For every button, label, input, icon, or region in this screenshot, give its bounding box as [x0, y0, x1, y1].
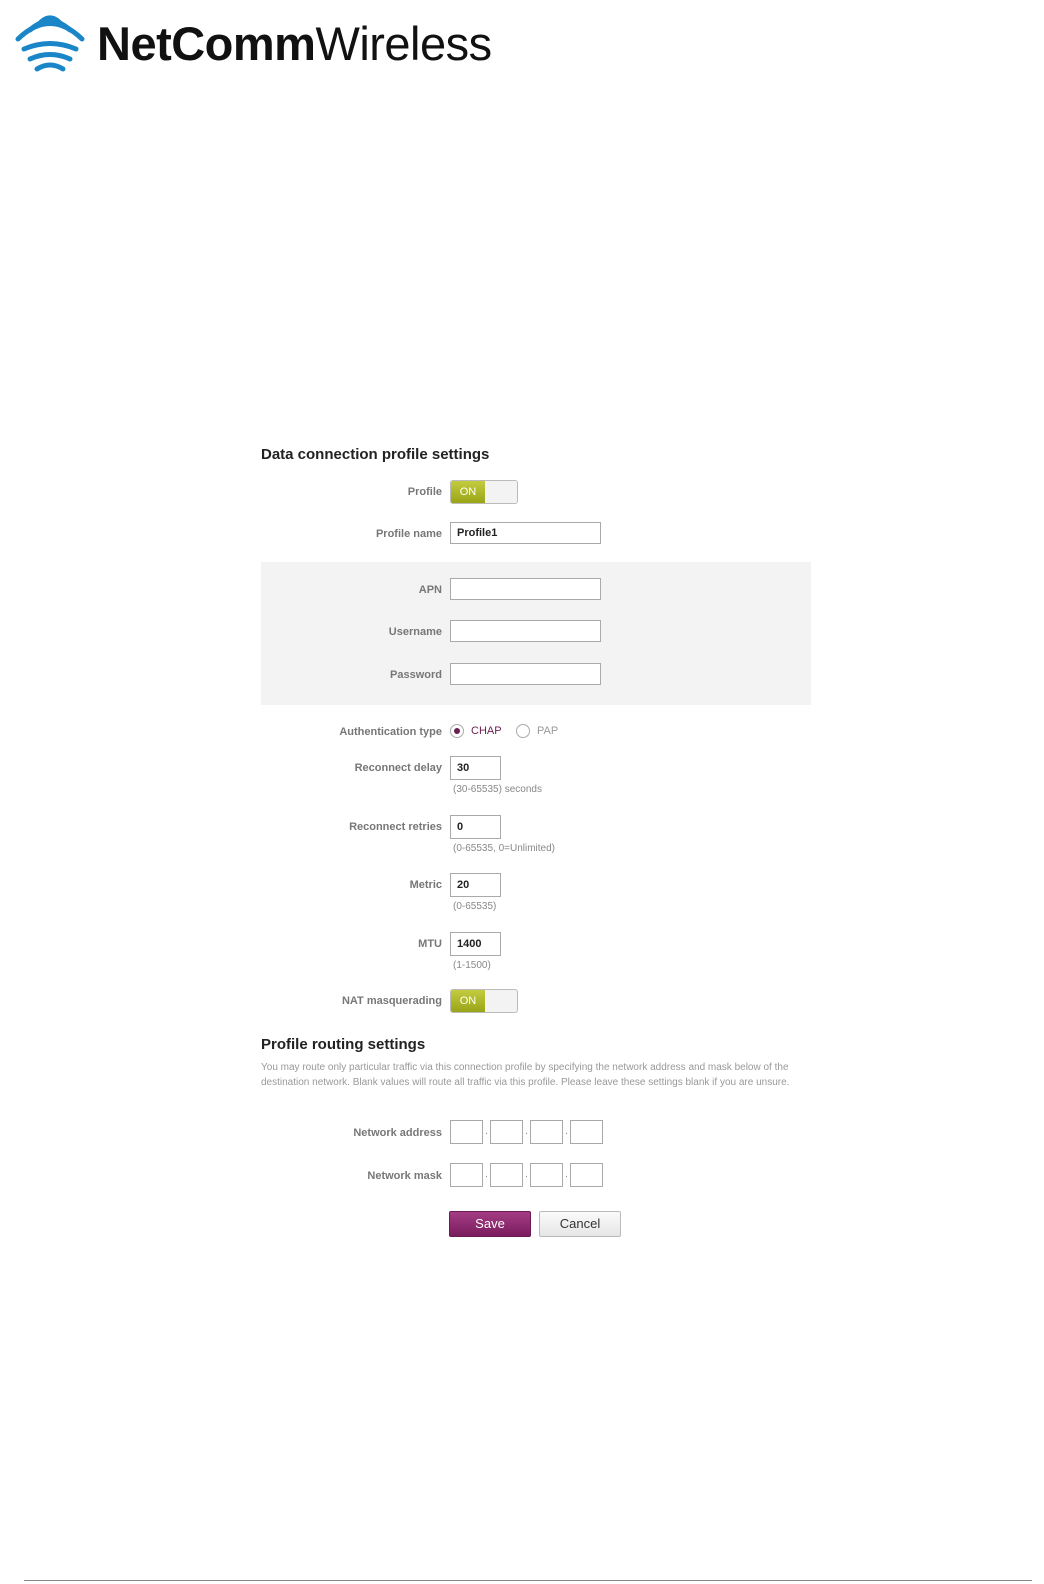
reconnect-retries-input[interactable]	[450, 815, 501, 839]
reconnect-delay-label: Reconnect delay	[354, 762, 442, 774]
reconnect-delay-hint: (30-65535) seconds	[453, 784, 542, 795]
network-mask-label: Network mask	[367, 1170, 442, 1182]
apn-input[interactable]	[450, 578, 601, 600]
profile-toggle[interactable]: ON	[450, 480, 518, 504]
section-title-routing: Profile routing settings	[261, 1036, 426, 1053]
reconnect-retries-label: Reconnect retries	[349, 821, 442, 833]
auth-option-chap-label: CHAP	[471, 725, 502, 737]
network-address-label: Network address	[353, 1127, 442, 1139]
nat-toggle[interactable]: ON	[450, 989, 518, 1013]
profile-name-row: Profile name	[261, 522, 811, 548]
network-address-field: . . .	[450, 1120, 603, 1144]
profile-label: Profile	[407, 486, 442, 498]
network-mask-octet-3[interactable]	[530, 1163, 563, 1187]
netcomm-logo: NetCommWireless	[12, 8, 492, 76]
reconnect-delay-row: Reconnect delay (30-65535) seconds	[261, 756, 811, 796]
username-label: Username	[388, 626, 442, 638]
network-address-octet-2[interactable]	[490, 1120, 523, 1144]
mtu-hint: (1-1500)	[453, 960, 491, 971]
network-address-octet-3[interactable]	[530, 1120, 563, 1144]
nat-row: NAT masquerading ON	[261, 989, 811, 1015]
network-mask-field: . . .	[450, 1163, 603, 1187]
metric-row: Metric (0-65535)	[261, 873, 811, 913]
apn-row: APN	[261, 578, 811, 604]
network-mask-octet-1[interactable]	[450, 1163, 483, 1187]
profile-name-input[interactable]	[450, 522, 601, 544]
mtu-row: MTU (1-1500)	[261, 932, 811, 972]
reconnect-delay-input[interactable]	[450, 756, 501, 780]
ip-separator: .	[565, 1126, 568, 1137]
nat-label: NAT masquerading	[341, 995, 442, 1007]
network-address-octet-1[interactable]	[450, 1120, 483, 1144]
brand-name-bold: NetComm	[97, 16, 316, 70]
password-row: Password	[261, 663, 811, 689]
radio-unselected-icon	[516, 724, 530, 738]
auth-option-pap[interactable]: PAP	[516, 724, 558, 738]
reconnect-retries-hint: (0-65535, 0=Unlimited)	[453, 843, 555, 854]
nat-toggle-on: ON	[451, 990, 485, 1012]
ip-separator: .	[525, 1169, 528, 1180]
section-title-profile: Data connection profile settings	[261, 446, 490, 463]
username-input[interactable]	[450, 620, 601, 642]
brand-name-light: Wireless	[315, 16, 492, 70]
profile-name-label: Profile name	[375, 528, 442, 540]
network-address-octet-4[interactable]	[570, 1120, 603, 1144]
auth-row: Authentication type CHAP PAP	[261, 720, 811, 746]
metric-input[interactable]	[450, 873, 501, 897]
network-mask-row: Network mask . . .	[261, 1163, 811, 1189]
username-row: Username	[261, 620, 811, 646]
auth-option-chap[interactable]: CHAP	[450, 724, 502, 738]
apn-label: APN	[418, 584, 442, 596]
save-button[interactable]: Save	[449, 1211, 531, 1237]
network-mask-octet-4[interactable]	[570, 1163, 603, 1187]
ip-separator: .	[525, 1126, 528, 1137]
routing-description: You may route only particular traffic vi…	[261, 1062, 790, 1088]
mtu-input[interactable]	[450, 932, 501, 956]
ip-separator: .	[565, 1169, 568, 1180]
mtu-label: MTU	[418, 938, 442, 950]
cancel-button[interactable]: Cancel	[539, 1211, 621, 1237]
wifi-logo-icon	[15, 15, 85, 72]
password-label: Password	[390, 669, 442, 681]
ip-separator: .	[485, 1169, 488, 1180]
reconnect-retries-row: Reconnect retries (0-65535, 0=Unlimited)	[261, 815, 811, 855]
auth-label: Authentication type	[339, 726, 442, 738]
radio-selected-icon	[450, 724, 464, 738]
profile-toggle-on: ON	[451, 481, 485, 503]
ip-separator: .	[485, 1126, 488, 1137]
profile-row: Profile ON	[261, 480, 811, 506]
brand-name: NetCommWireless	[97, 16, 492, 71]
password-input[interactable]	[450, 663, 601, 685]
metric-label: Metric	[409, 879, 442, 891]
network-address-row: Network address . . .	[261, 1120, 811, 1146]
metric-hint: (0-65535)	[453, 901, 497, 912]
network-mask-octet-2[interactable]	[490, 1163, 523, 1187]
auth-option-pap-label: PAP	[537, 725, 559, 737]
footer-divider	[24, 1580, 1032, 1581]
